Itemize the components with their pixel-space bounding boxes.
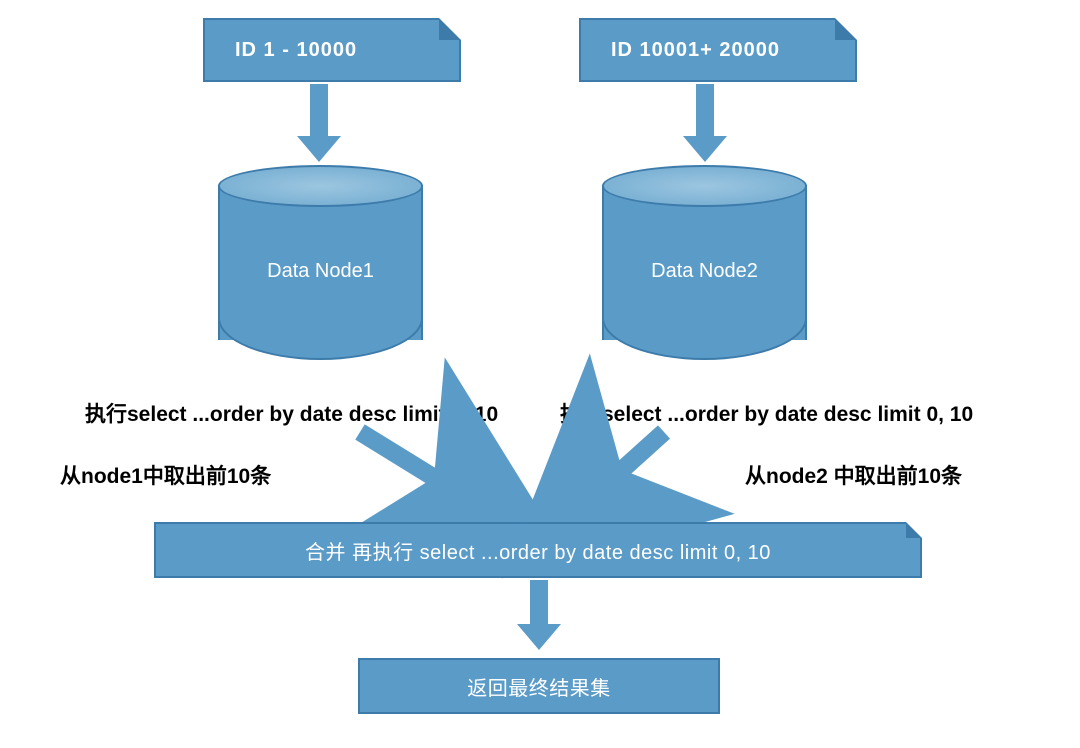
data-node-right: Data Node2 xyxy=(602,165,807,360)
id-range-left-label: ID 1 - 10000 xyxy=(235,39,357,62)
merge-step-label: 合并 再执行 select ...order by date desc limi… xyxy=(305,536,771,565)
data-node-left: Data Node1 xyxy=(218,165,423,360)
arrow-down-icon xyxy=(696,84,714,140)
arrow-diagonal-right-icon xyxy=(582,432,664,506)
take-caption-right: 从node2 中取出前10条 xyxy=(745,460,962,490)
arrow-down-icon xyxy=(310,84,328,140)
id-range-box-right: ID 10001+ 20000 xyxy=(579,18,857,82)
fold-corner-icon xyxy=(441,20,459,38)
cylinder-top xyxy=(218,165,423,207)
data-node-right-label: Data Node2 xyxy=(602,260,807,283)
take-caption-left: 从node1中取出前10条 xyxy=(60,460,271,490)
exec-caption-right: 执行select ...order by date desc limit 0, … xyxy=(560,398,973,428)
arrow-down-icon xyxy=(530,580,548,628)
arrow-diagonal-left-icon xyxy=(360,432,480,506)
id-range-right-label: ID 10001+ 20000 xyxy=(611,39,780,62)
exec-caption-left: 执行select ...order by date desc limit 0, … xyxy=(85,398,498,428)
cylinder-bottom xyxy=(218,318,423,360)
cylinder-bottom xyxy=(602,318,807,360)
cylinder-top xyxy=(602,165,807,207)
diagram-stage: ID 1 - 10000 ID 10001+ 20000 Data Node1 … xyxy=(0,0,1080,748)
result-label: 返回最终结果集 xyxy=(467,672,611,701)
data-node-left-label: Data Node1 xyxy=(218,260,423,283)
fold-corner-icon xyxy=(837,20,855,38)
result-bar: 返回最终结果集 xyxy=(358,658,720,714)
id-range-box-left: ID 1 - 10000 xyxy=(203,18,461,82)
merge-step-bar: 合并 再执行 select ...order by date desc limi… xyxy=(154,522,922,578)
